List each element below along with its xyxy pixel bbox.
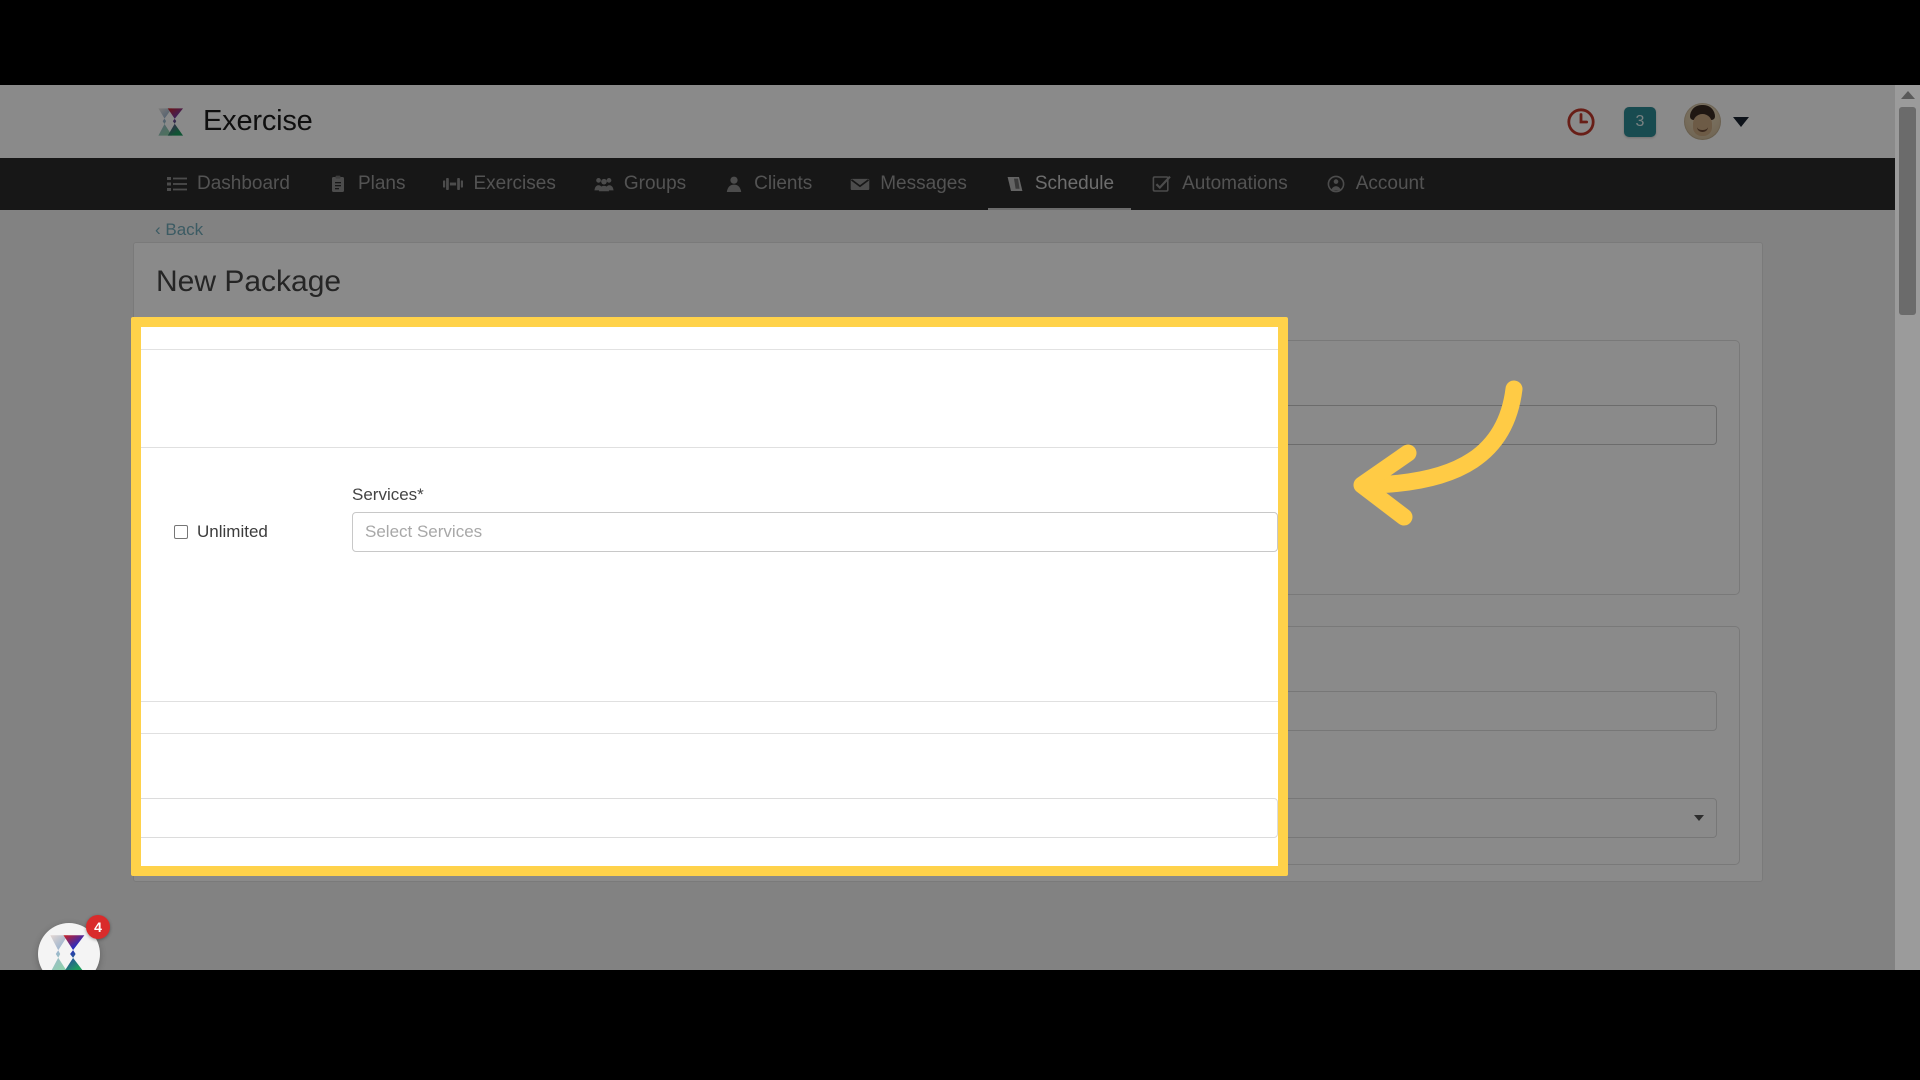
dumbbell-icon — [443, 178, 464, 190]
chat-unread-count: 4 — [86, 915, 110, 939]
brand-name: Exercise — [203, 105, 313, 137]
back-link[interactable]: ‹ Back — [133, 210, 1763, 242]
user-circle-icon — [1327, 175, 1345, 193]
chevron-down-icon — [1694, 815, 1704, 821]
new-package-card-highlighted: New Package Visit/Service Grouping(s) Vi… — [141, 349, 1278, 866]
page-title: New Package — [156, 265, 342, 298]
staff-field-group-highlighted: Select Staff Member (optional) Any Staff… — [525, 860, 1278, 866]
unlimited-checkbox-row-highlighted[interactable]: Unlimited — [174, 522, 352, 542]
main-navigation: Dashboard Plans Exercises Groups Clients… — [0, 158, 1895, 210]
nav-label: Groups — [623, 173, 687, 194]
brand[interactable]: Exercise — [155, 105, 313, 139]
package-name-input-highlighted[interactable] — [141, 798, 1278, 838]
highlight-clip: ‹ Back New Package Visit/Service Groupin… — [141, 327, 1278, 866]
nav-item-schedule[interactable]: Schedule — [986, 158, 1133, 210]
nav-label: Plans — [357, 173, 406, 194]
messages-badge[interactable]: 3 — [1624, 106, 1656, 137]
user-icon — [726, 176, 742, 192]
clipboard-icon — [331, 175, 344, 192]
name-label-highlighted: Name — [141, 771, 1278, 791]
scrollbar-track[interactable] — [1899, 107, 1916, 970]
limit-booking-row-highlighted[interactable]: Limit Booking — [141, 569, 1278, 589]
unlimited-field-group-highlighted: Unlimited — [174, 522, 352, 552]
nav-item-dashboard[interactable]: Dashboard — [148, 158, 309, 210]
people-icon — [594, 178, 614, 192]
account-menu[interactable] — [1684, 103, 1749, 140]
general-settings-fieldset-highlighted: General Settings Name Select Location (o… — [141, 720, 1278, 866]
nav-item-clients[interactable]: Clients — [705, 158, 831, 210]
location-staff-row-highlighted: Select Location (optional) Any Location … — [141, 860, 1278, 866]
nav-item-account[interactable]: Account — [1307, 158, 1444, 210]
nav-item-messages[interactable]: Messages — [831, 158, 986, 210]
nav-item-groups[interactable]: Groups — [575, 158, 705, 210]
chevron-stack-logo-icon — [158, 107, 184, 136]
nav-item-exercises[interactable]: Exercises — [424, 158, 574, 210]
unlimited-label-highlighted: Unlimited — [197, 522, 268, 541]
highlight-callout-box: ‹ Back New Package Visit/Service Groupin… — [131, 317, 1288, 876]
allow-guests-row-highlighted[interactable]: Allow Guests ? — [141, 606, 1278, 626]
unlimited-checkbox-highlighted[interactable] — [174, 525, 188, 539]
browser-viewport: Exercise 3 Dashboard Plans Exercises Gro… — [0, 85, 1920, 970]
nav-label: Schedule — [1034, 173, 1115, 194]
scrollbar-thumb[interactable] — [1899, 107, 1916, 315]
envelope-icon — [850, 178, 870, 190]
nav-label: Account — [1355, 173, 1425, 194]
book-icon — [1007, 177, 1023, 191]
services-label-highlighted: Services* — [352, 485, 424, 504]
header-actions: 3 — [1566, 103, 1749, 140]
chevron-down-icon[interactable] — [1733, 116, 1749, 127]
list-icon — [167, 177, 187, 191]
chevron-stack-logo-icon — [50, 935, 85, 970]
nav-item-plans[interactable]: Plans — [309, 158, 425, 210]
chat-widget-button[interactable]: 4 — [38, 915, 110, 970]
screenshot-root: Exercise 3 Dashboard Plans Exercises Gro… — [0, 0, 1920, 1080]
page-scrollbar[interactable] — [1895, 85, 1920, 970]
nav-label: Clients — [754, 173, 813, 194]
nav-item-automations[interactable]: Automations — [1133, 158, 1307, 210]
nav-label: Exercises — [473, 173, 556, 194]
back-link-highlighted[interactable]: ‹ Back — [141, 327, 1278, 349]
location-field-group-highlighted: Select Location (optional) Any Location — [141, 860, 493, 866]
check-box-icon — [1152, 175, 1171, 192]
nav-label: Dashboard — [197, 173, 290, 194]
nav-label: Messages — [880, 173, 967, 194]
curved-arrow-left-icon — [1353, 380, 1523, 526]
top-header-bar: Exercise 3 — [0, 85, 1895, 158]
nav-label: Automations — [1182, 173, 1288, 194]
or-separator-highlighted: -- or -- — [141, 522, 174, 552]
services-field-group-highlighted: Services* — [352, 467, 1278, 552]
visit-service-grouping-fieldset-highlighted: Visit/Service Grouping(s) Visits* -- or … — [141, 434, 1278, 702]
clock-icon[interactable] — [1566, 107, 1596, 137]
page-title-highlighted: New Package — [141, 350, 1278, 416]
scroll-up-arrow-icon[interactable] — [1900, 91, 1915, 99]
services-input-highlighted[interactable] — [352, 512, 1278, 552]
avatar — [1684, 103, 1721, 140]
grouping-row-highlighted: Visits* -- or -- Unlimited — [141, 467, 1278, 552]
